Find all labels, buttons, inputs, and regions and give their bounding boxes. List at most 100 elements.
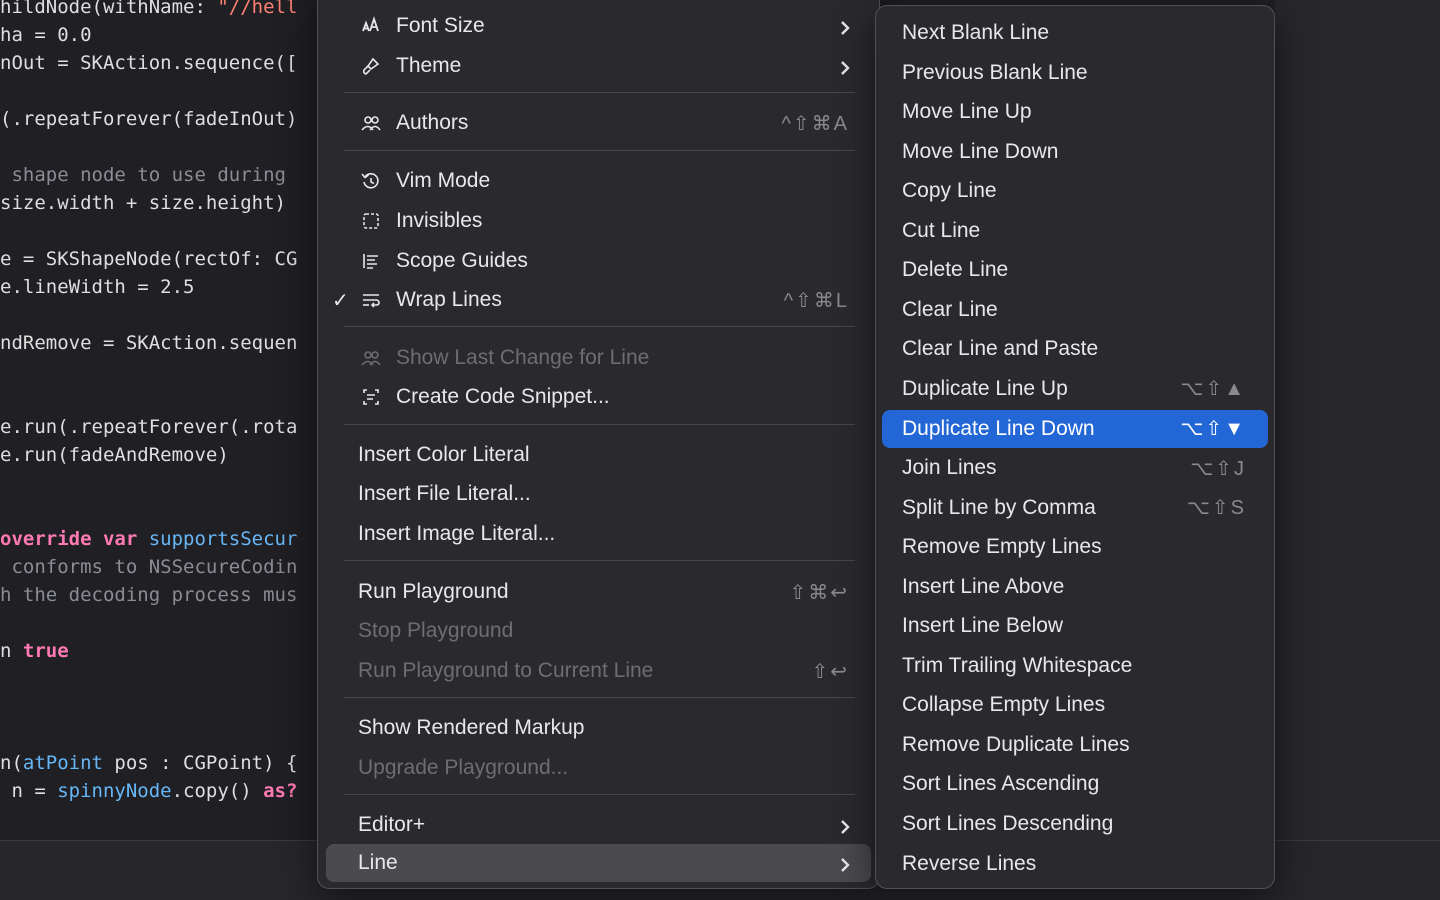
line-submenu: Next Blank Line Previous Blank Line Move L… <box>875 5 1275 889</box>
chevron-right-icon <box>837 18 853 35</box>
menu-item-create-code-snippet[interactable]: Create Code Snippet... <box>326 378 871 416</box>
menu-item-label: Run Playground <box>358 580 509 603</box>
code-line: nOut = SKAction.sequence([ <box>0 52 297 74</box>
menu-item-label: Previous Blank Line <box>902 60 1088 84</box>
code-token: supportsSecur <box>148 528 298 550</box>
submenu-item-insert-line-below[interactable]: Insert Line Below <box>882 607 1268 645</box>
menu-item-show-rendered-markup[interactable]: Show Rendered Markup <box>326 709 871 747</box>
menu-item-label: Move Line Down <box>902 139 1059 163</box>
keyboard-shortcut: ⌥⇧▼ <box>1180 418 1246 440</box>
code-token: e.run(fadeAndRemove) <box>0 444 229 466</box>
menu-item-stop-playground[interactable]: Stop Playground <box>326 612 871 650</box>
menu-separator <box>344 326 855 327</box>
menu-item-vim-mode[interactable]: Vim Mode <box>326 162 871 200</box>
menu-item-authors[interactable]: Authors ^⇧⌘A <box>326 104 871 142</box>
menu-item-run-playground-current-line[interactable]: Run Playground to Current Line ⇧↩ <box>326 652 871 690</box>
menu-item-label: Split Line by Comma <box>902 495 1096 519</box>
code-line: n(atPoint pos : CGPoint) { <box>0 752 297 774</box>
keyboard-shortcut: ⇧↩ <box>811 660 849 683</box>
theme-brush-icon <box>358 53 384 79</box>
submenu-item-sort-lines-descending[interactable]: Sort Lines Descending <box>882 805 1268 843</box>
submenu-item-clear-line-and-paste[interactable]: Clear Line and Paste <box>882 330 1268 368</box>
menu-item-label: Duplicate Line Down <box>902 416 1095 440</box>
submenu-item-move-line-down[interactable]: Move Line Down <box>882 133 1268 171</box>
submenu-item-join-lines[interactable]: Join Lines ⌥⇧J <box>882 449 1268 487</box>
submenu-item-sort-lines-ascending[interactable]: Sort Lines Ascending <box>882 765 1268 803</box>
menu-item-label: Copy Line <box>902 179 997 203</box>
menu-item-label: Sort Lines Ascending <box>902 772 1100 796</box>
menu-item-label: Insert Color Literal <box>358 443 530 466</box>
menu-item-label: Show Rendered Markup <box>358 716 585 739</box>
menu-item-theme[interactable]: Theme <box>326 47 871 85</box>
submenu-item-copy-line[interactable]: Copy Line <box>882 172 1268 210</box>
code-line: ndRemove = SKAction.sequen <box>0 332 297 354</box>
menu-item-label: Upgrade Playground... <box>358 756 569 779</box>
code-token: "//hell <box>217 0 298 18</box>
submenu-item-duplicate-line-down[interactable]: Duplicate Line Down ⌥⇧▼ <box>882 409 1268 448</box>
menu-item-run-playground[interactable]: Run Playground ⇧⌘↩ <box>326 573 871 611</box>
keyboard-shortcut: ^⇧⌘L <box>783 289 849 312</box>
code-token: hildNode(withName: <box>0 0 218 18</box>
menu-item-label: Delete Line <box>902 258 1009 282</box>
menu-item-line[interactable]: Line <box>326 844 871 882</box>
submenu-item-duplicate-line-up[interactable]: Duplicate Line Up ⌥⇧▲ <box>882 370 1268 408</box>
menu-item-editor-plus[interactable]: Editor+ <box>326 806 871 844</box>
code-token: true <box>22 640 69 662</box>
keyboard-shortcut: ⌥⇧▲ <box>1180 378 1246 401</box>
submenu-item-collapse-empty-lines[interactable]: Collapse Empty Lines <box>882 686 1268 724</box>
chevron-right-icon <box>837 817 853 834</box>
wrap-lines-icon <box>358 287 384 313</box>
menu-item-label: Cut Line <box>902 218 981 242</box>
invisibles-icon <box>358 208 384 234</box>
submenu-item-remove-empty-lines[interactable]: Remove Empty Lines <box>882 528 1268 566</box>
submenu-item-delete-line[interactable]: Delete Line <box>882 251 1268 289</box>
menu-item-label: Insert File Literal... <box>358 482 531 505</box>
code-token: ha = 0.0 <box>0 24 92 46</box>
menu-item-scope-guides[interactable]: Scope Guides <box>326 242 871 280</box>
submenu-item-split-line-by-comma[interactable]: Split Line by Comma ⌥⇧S <box>882 489 1268 527</box>
menu-item-insert-image-literal[interactable]: Insert Image Literal... <box>326 515 871 553</box>
menu-item-upgrade-playground[interactable]: Upgrade Playground... <box>326 749 871 787</box>
submenu-item-cut-line[interactable]: Cut Line <box>882 212 1268 250</box>
menu-item-label: Next Blank Line <box>902 21 1050 44</box>
menu-item-label: Vim Mode <box>396 169 491 192</box>
editor-right-pane <box>1275 0 1440 840</box>
menu-item-insert-color-literal[interactable]: Insert Color Literal <box>326 436 871 474</box>
submenu-item-move-line-up[interactable]: Move Line Up <box>882 93 1268 131</box>
menu-item-font-size[interactable]: Font Size <box>326 7 871 45</box>
menu-separator <box>344 794 855 795</box>
menu-separator <box>344 560 855 561</box>
menu-item-label: Clear Line and Paste <box>902 337 1099 361</box>
code-snippet-icon <box>358 384 384 410</box>
last-change-icon <box>358 345 384 371</box>
menu-item-label: Remove Empty Lines <box>902 535 1102 559</box>
menu-item-wrap-lines[interactable]: ✓ Wrap Lines ^⇧⌘L <box>326 281 871 319</box>
submenu-item-reverse-lines[interactable]: Reverse Lines <box>882 845 1268 883</box>
submenu-item-clear-line[interactable]: Clear Line <box>882 291 1268 329</box>
menu-item-show-last-change[interactable]: Show Last Change for Line <box>326 339 871 377</box>
submenu-item-trim-trailing-whitespace[interactable]: Trim Trailing Whitespace <box>882 647 1268 685</box>
submenu-item-next-blank-line[interactable]: Next Blank Line <box>882 14 1268 52</box>
code-token: size.width + size.height) <box>0 192 286 214</box>
menu-item-label: Wrap Lines <box>396 288 502 311</box>
menu-item-label: Move Line Up <box>902 100 1032 124</box>
keyboard-shortcut: ⌥⇧S <box>1186 497 1246 520</box>
code-token: n( <box>0 752 23 774</box>
code-token: as? <box>263 780 298 802</box>
menu-separator <box>344 150 855 151</box>
code-line: (.repeatForever(fadeInOut) <box>0 108 297 130</box>
menu-item-label: Insert Image Literal... <box>358 522 556 545</box>
editor-context-menu: Font Size Theme Authors ^⇧⌘A Vim Mode In… <box>317 0 880 889</box>
code-token: shape node to use during <box>0 164 286 186</box>
submenu-item-insert-line-above[interactable]: Insert Line Above <box>882 568 1268 606</box>
menu-item-insert-file-literal[interactable]: Insert File Literal... <box>326 475 871 513</box>
menu-item-label: Clear Line <box>902 297 998 321</box>
chevron-right-icon <box>837 855 853 872</box>
authors-icon <box>358 110 384 136</box>
submenu-item-remove-duplicate-lines[interactable]: Remove Duplicate Lines <box>882 726 1268 764</box>
menu-item-invisibles[interactable]: Invisibles <box>326 202 871 240</box>
keyboard-shortcut: ⇧⌘↩ <box>789 581 849 604</box>
code-line: conforms to NSSecureCodin <box>0 556 297 578</box>
menu-item-label: Stop Playground <box>358 619 514 642</box>
submenu-item-previous-blank-line[interactable]: Previous Blank Line <box>882 54 1268 92</box>
